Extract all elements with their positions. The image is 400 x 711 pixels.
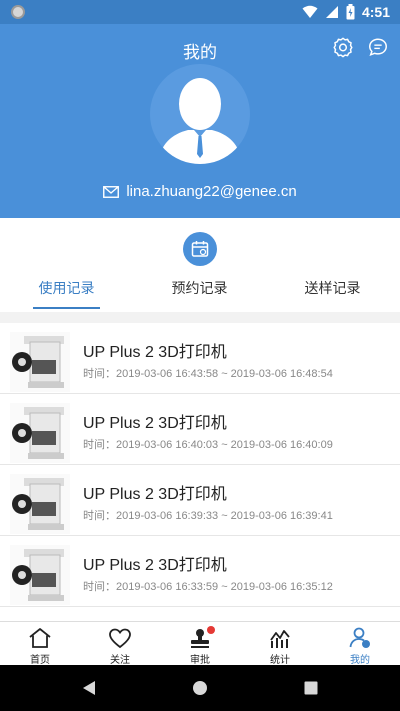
nav-label: 审批 <box>190 655 210 666</box>
home-circle-icon[interactable] <box>192 680 208 696</box>
list-item[interactable]: UP Plus 2 3D打印机 时间：2019-03-06 16:43:58 ~… <box>0 323 400 394</box>
back-icon[interactable] <box>82 680 96 696</box>
tab-sample-records[interactable]: 送样记录 <box>266 278 399 312</box>
status-time: 4:51 <box>361 4 390 20</box>
heart-icon <box>109 628 131 649</box>
profile-header: 我的 lina.zhuang22@genee.cn <box>0 24 400 218</box>
home-icon <box>29 628 51 648</box>
printer-thumbnail <box>10 545 70 605</box>
record-time: 时间：2019-03-06 16:43:58 ~ 2019-03-06 16:4… <box>83 368 333 380</box>
gear-icon[interactable] <box>332 36 354 58</box>
status-bar: 4:51 <box>0 0 400 24</box>
record-time: 时间：2019-03-06 16:40:03 ~ 2019-03-06 16:4… <box>83 439 333 451</box>
calendar-badge <box>183 232 217 266</box>
nav-label: 统计 <box>270 655 290 666</box>
wifi-icon <box>302 5 318 18</box>
nav-approval[interactable]: 审批 <box>160 622 240 666</box>
chart-icon <box>270 630 290 648</box>
person-silhouette-icon <box>158 78 242 164</box>
recents-icon[interactable] <box>304 681 318 695</box>
record-title: UP Plus 2 3D打印机 <box>83 344 227 361</box>
bottom-nav: 首页 关注 审批 统计 我的 <box>0 621 400 666</box>
record-tabs: 使用记录 预约记录 送样记录 <box>0 218 400 312</box>
nav-mine[interactable]: 我的 <box>320 622 400 666</box>
nav-label: 关注 <box>110 655 130 666</box>
nav-home[interactable]: 首页 <box>0 622 80 666</box>
nav-label: 我的 <box>350 655 370 666</box>
printer-thumbnail <box>10 332 70 392</box>
printer-thumbnail <box>10 403 70 463</box>
nav-statistics[interactable]: 统计 <box>240 622 320 666</box>
list-item[interactable]: UP Plus 2 3D打印机 时间：2019-03-06 16:40:03 ~… <box>0 394 400 465</box>
envelope-icon <box>103 185 120 198</box>
email-row: lina.zhuang22@genee.cn <box>0 183 400 200</box>
list-item[interactable]: UP Plus 2 3D打印机 时间：2019-03-06 16:33:59 ~… <box>0 536 400 607</box>
status-icons: 4:51 <box>302 3 390 21</box>
approval-badge <box>207 626 215 634</box>
avatar[interactable] <box>150 64 250 164</box>
signal-icon <box>325 6 338 18</box>
tab-booking-records[interactable]: 预约记录 <box>133 278 266 312</box>
calendar-icon <box>191 241 209 257</box>
record-title: UP Plus 2 3D打印机 <box>83 486 227 503</box>
system-navigation-bar <box>0 665 400 711</box>
record-time: 时间：2019-03-06 16:33:59 ~ 2019-03-06 16:3… <box>83 581 333 593</box>
nav-follow[interactable]: 关注 <box>80 622 160 666</box>
usage-record-list: UP Plus 2 3D打印机 时间：2019-03-06 16:43:58 ~… <box>0 323 400 621</box>
battery-icon <box>346 4 355 20</box>
record-title: UP Plus 2 3D打印机 <box>83 415 227 432</box>
active-tab-indicator <box>33 307 100 309</box>
user-icon <box>349 627 370 648</box>
list-item[interactable]: UP Plus 2 3D打印机 时间：2019-03-06 16:39:33 ~… <box>0 465 400 536</box>
record-title: UP Plus 2 3D打印机 <box>83 557 227 574</box>
chat-bubble-icon[interactable] <box>367 36 389 58</box>
printer-thumbnail <box>10 474 70 534</box>
nav-label: 首页 <box>30 655 50 666</box>
email-text: lina.zhuang22@genee.cn <box>126 183 297 200</box>
record-time: 时间：2019-03-06 16:39:33 ~ 2019-03-06 16:3… <box>83 510 333 522</box>
notification-icon <box>11 5 25 19</box>
